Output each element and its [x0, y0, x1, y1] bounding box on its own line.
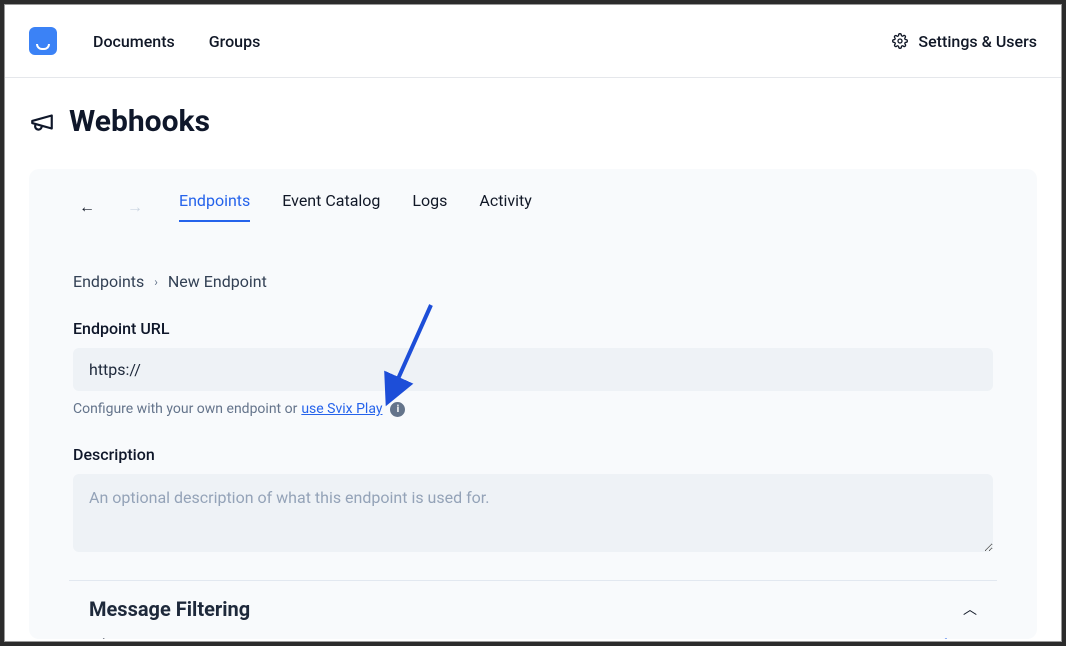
- chevron-up-icon: ︿: [963, 599, 977, 619]
- topbar: Documents Groups Settings & Users: [5, 5, 1061, 78]
- settings-users-link[interactable]: Settings & Users: [892, 32, 1037, 51]
- breadcrumb-current: New Endpoint: [168, 272, 267, 291]
- settings-users-label: Settings & Users: [918, 32, 1037, 51]
- helper-prefix: Configure with your own endpoint or: [73, 401, 297, 417]
- panel-nav: ← → Endpoints Event Catalog Logs Activit…: [73, 191, 993, 222]
- panel: ← → Endpoints Event Catalog Logs Activit…: [29, 169, 1037, 639]
- url-helper: Configure with your own endpoint or use …: [73, 401, 993, 417]
- forward-arrow: →: [121, 195, 149, 219]
- event-catalog-link[interactable]: Event Catalog ›: [867, 635, 977, 639]
- gear-icon: [892, 33, 908, 49]
- description-label: Description: [73, 445, 993, 464]
- info-icon[interactable]: i: [390, 402, 405, 417]
- tabs: Endpoints Event Catalog Logs Activity: [179, 191, 532, 222]
- smile-icon: [36, 44, 50, 50]
- tab-logs[interactable]: Logs: [412, 191, 447, 222]
- use-svix-play-link[interactable]: use Svix Play: [301, 401, 382, 417]
- tab-endpoints[interactable]: Endpoints: [179, 191, 250, 222]
- megaphone-icon: [29, 109, 55, 135]
- nav-links: Documents Groups: [93, 32, 260, 51]
- app-window: Documents Groups Settings & Users Webhoo…: [4, 4, 1062, 642]
- tab-event-catalog[interactable]: Event Catalog: [282, 191, 380, 222]
- chevron-right-icon: ›: [972, 635, 977, 639]
- page-header: Webhooks: [29, 104, 1037, 139]
- tab-activity[interactable]: Activity: [479, 191, 531, 222]
- content: Webhooks ← → Endpoints Event Catalog Log…: [5, 78, 1061, 639]
- back-arrow[interactable]: ←: [73, 195, 101, 219]
- description-textarea[interactable]: [73, 474, 993, 552]
- topbar-left: Documents Groups: [29, 27, 260, 55]
- nav-documents[interactable]: Documents: [93, 32, 175, 51]
- endpoint-url-input[interactable]: [73, 348, 993, 391]
- breadcrumb: Endpoints › New Endpoint: [73, 272, 993, 291]
- filter-events-label: Filter events: [89, 635, 176, 639]
- breadcrumb-root[interactable]: Endpoints: [73, 272, 144, 291]
- event-catalog-link-label: Event Catalog: [867, 635, 966, 639]
- url-label: Endpoint URL: [73, 319, 993, 338]
- filtering-title: Message Filtering: [89, 597, 250, 621]
- filtering-header[interactable]: Message Filtering ︿: [73, 597, 993, 621]
- nav-groups[interactable]: Groups: [209, 32, 261, 51]
- chevron-right-icon: ›: [154, 275, 158, 289]
- page-title: Webhooks: [69, 104, 210, 139]
- divider: [69, 580, 997, 581]
- app-logo[interactable]: [29, 27, 57, 55]
- filter-events-row: Filter events Event Catalog ›: [73, 635, 993, 639]
